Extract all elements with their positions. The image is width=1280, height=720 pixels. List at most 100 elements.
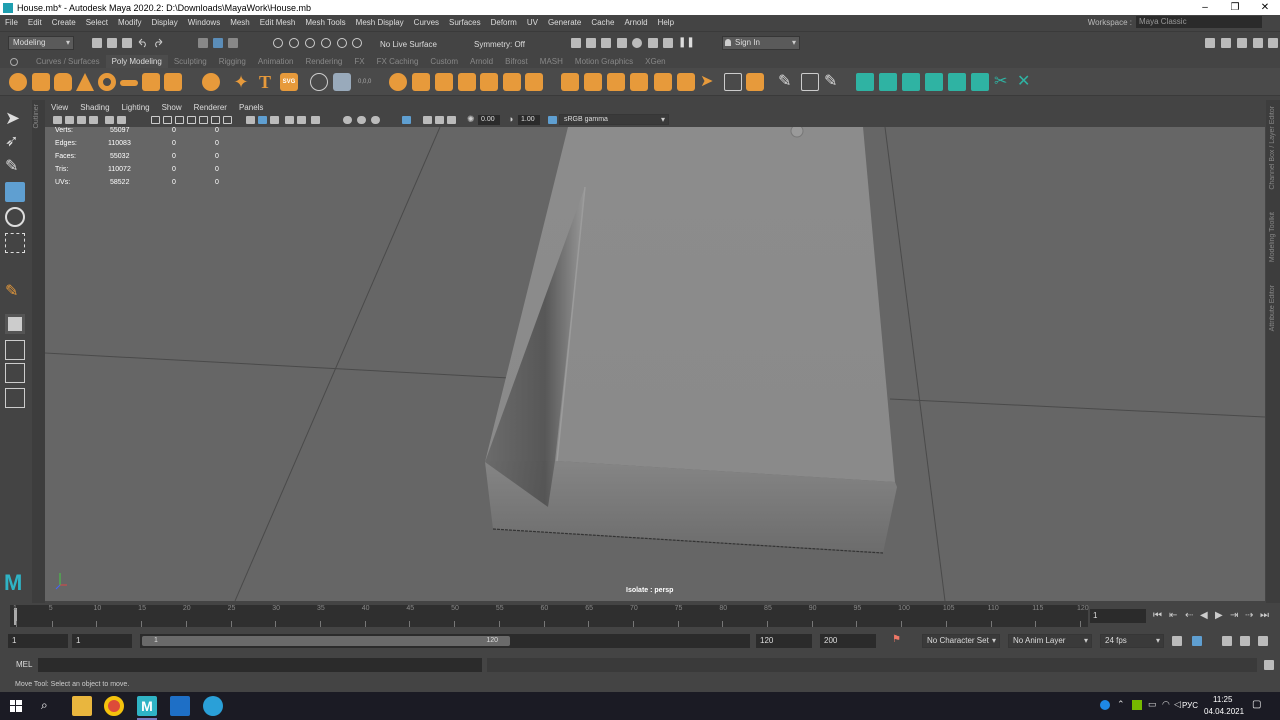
select-component-icon[interactable] — [228, 38, 238, 48]
menu-mesh-display[interactable]: Mesh Display — [351, 18, 409, 27]
menu-edit[interactable]: Edit — [23, 18, 47, 27]
reduce-icon[interactable]: ➤ — [700, 73, 718, 91]
uv-editor-icon[interactable] — [971, 73, 989, 91]
arnold-ipr-icon[interactable] — [663, 38, 673, 48]
script-editor-icon[interactable] — [1264, 660, 1274, 670]
menu-windows[interactable]: Windows — [183, 18, 225, 27]
range-slider-handle[interactable]: 1 120 — [142, 636, 510, 646]
anti-aliasing-icon[interactable] — [371, 116, 380, 124]
step-back-frame-button[interactable]: ⇠ — [1185, 610, 1193, 621]
bookmarks-icon[interactable] — [77, 116, 86, 124]
tab-sculpting[interactable]: Sculpting — [168, 55, 213, 68]
camera-select-icon[interactable] — [53, 116, 62, 124]
anim-prefs-icon[interactable] — [1240, 636, 1250, 646]
language-indicator[interactable]: РУС — [1182, 701, 1198, 710]
smooth-icon[interactable]: 0,0,0 — [358, 73, 376, 91]
camera-based-mapping-icon[interactable] — [948, 73, 966, 91]
super-shape-icon[interactable] — [202, 73, 220, 91]
character-set-dropdown[interactable]: No Character Set — [922, 634, 1000, 648]
mail-icon[interactable] — [170, 696, 190, 716]
tool-settings-icon[interactable] — [1253, 38, 1263, 48]
quadrangulate-icon[interactable] — [677, 73, 695, 91]
grid-icon[interactable] — [151, 116, 160, 124]
insert-edge-loop-icon[interactable] — [801, 73, 819, 91]
time-ruler[interactable]: 1 5 10 15 20 25 30 35 40 45 50 55 60 65 70 75 80 85 90 95 10… — [10, 605, 1089, 627]
minimize-button[interactable]: – — [1190, 0, 1220, 15]
tab-fx-caching[interactable]: FX Caching — [371, 55, 425, 68]
shadows-icon[interactable] — [311, 116, 320, 124]
auto-key-icon[interactable]: ⚑ — [892, 634, 901, 645]
wifi-icon[interactable]: ◠ — [1162, 699, 1170, 710]
cleanup-icon[interactable] — [724, 73, 742, 91]
append-to-polygon-icon[interactable] — [480, 73, 498, 91]
nvidia-icon[interactable] — [1132, 700, 1142, 710]
boolean-icon[interactable] — [389, 73, 407, 91]
pause-icon[interactable]: ❚❚ — [678, 37, 695, 48]
menu-cache[interactable]: Cache — [586, 18, 619, 27]
color-space-dropdown[interactable]: sRGB gamma — [559, 114, 669, 125]
merge-icon[interactable] — [525, 73, 543, 91]
poly-sphere-icon[interactable] — [9, 73, 27, 91]
play-forward-button[interactable]: ▶ — [1215, 610, 1223, 621]
snap-view-icon[interactable] — [321, 38, 331, 48]
screen-space-ao-icon[interactable] — [343, 116, 352, 124]
single-perspective-layout-icon[interactable] — [5, 314, 25, 334]
modeling-toolkit-tab[interactable]: Modeling Toolkit — [1269, 212, 1276, 262]
attribute-editor-icon[interactable] — [1237, 38, 1247, 48]
field-chart-icon[interactable] — [199, 116, 208, 124]
tray-app-icon[interactable] — [1100, 700, 1110, 710]
tab-custom[interactable]: Custom — [424, 55, 464, 68]
menu-display[interactable]: Display — [147, 18, 183, 27]
animation-start-field[interactable]: 1 — [8, 634, 68, 648]
live-surface-label[interactable]: No Live Surface — [380, 40, 437, 49]
tab-xgen[interactable]: XGen — [639, 55, 671, 68]
extrude-icon[interactable] — [412, 73, 430, 91]
poly-disc-icon[interactable] — [142, 73, 160, 91]
telegram-icon[interactable] — [203, 696, 223, 716]
film-gate-icon[interactable] — [163, 116, 172, 124]
scale-tool-icon[interactable] — [5, 233, 25, 253]
exposure-field[interactable]: 0.00 — [478, 115, 500, 125]
command-input[interactable] — [38, 658, 482, 672]
windows-start-icon[interactable] — [10, 700, 22, 712]
hypershade-icon[interactable] — [632, 38, 642, 48]
motion-blur-icon[interactable] — [357, 116, 366, 124]
cache-playback-icon[interactable] — [1192, 636, 1202, 646]
isolate-select-icon[interactable] — [402, 116, 411, 124]
fps-dropdown[interactable]: 24 fps — [1100, 634, 1164, 648]
time-prefs-icon[interactable] — [1258, 636, 1268, 646]
safe-action-icon[interactable] — [211, 116, 220, 124]
shelf-options-icon[interactable] — [10, 58, 18, 66]
sew-uv-icon[interactable]: ✕ — [1017, 73, 1035, 91]
tab-arnold[interactable]: Arnold — [464, 55, 499, 68]
panel-menu-lighting[interactable]: Lighting — [116, 102, 156, 114]
menu-create[interactable]: Create — [47, 18, 81, 27]
poly-cylinder-icon[interactable] — [54, 73, 72, 91]
platonic-solid-icon[interactable] — [164, 73, 182, 91]
paint-select-icon[interactable]: ✎ — [5, 157, 25, 177]
select-object-icon[interactable] — [213, 38, 223, 48]
snap-surface-icon[interactable] — [337, 38, 347, 48]
close-button[interactable]: ✕ — [1250, 0, 1280, 15]
sweep-mesh-icon[interactable]: ✦ — [232, 73, 250, 91]
tab-rendering[interactable]: Rendering — [299, 55, 348, 68]
xray-joints-icon[interactable] — [447, 116, 456, 124]
sound-icon[interactable] — [1222, 636, 1232, 646]
resolution-gate-icon[interactable] — [175, 116, 184, 124]
poly-cube-icon[interactable] — [32, 73, 50, 91]
persp-outliner-layout-icon[interactable] — [5, 363, 25, 383]
range-slider[interactable]: 1 120 — [140, 634, 750, 648]
render-frame-icon[interactable] — [586, 38, 596, 48]
step-forward-key-button[interactable]: ⇥ — [1230, 610, 1238, 621]
fill-hole-icon[interactable] — [503, 73, 521, 91]
mel-label[interactable]: MEL — [16, 660, 32, 669]
channel-box-icon[interactable] — [1268, 38, 1278, 48]
multi-cut-icon[interactable]: ✎ — [778, 73, 796, 91]
tab-curves-surfaces[interactable]: Curves / Surfaces — [30, 55, 106, 68]
modeling-toolkit-icon[interactable] — [1205, 38, 1215, 48]
last-tool-icon[interactable]: ✎ — [5, 282, 25, 302]
spherical-mapping-icon[interactable] — [925, 73, 943, 91]
menu-mesh[interactable]: Mesh — [225, 18, 255, 27]
poly-torus-icon[interactable] — [98, 73, 116, 91]
snap-grid-icon[interactable] — [273, 38, 283, 48]
